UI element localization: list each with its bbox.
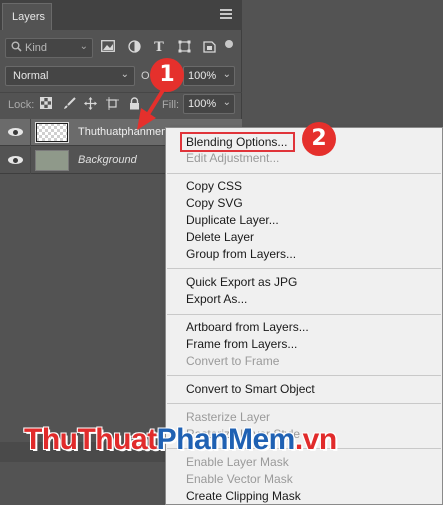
menu-item-edit-adjustment: Edit Adjustment... — [186, 151, 280, 165]
visibility-eye-icon[interactable] — [8, 126, 24, 138]
menu-item-group-from-layers[interactable]: Group from Layers... — [186, 247, 296, 264]
menu-item-enable-vector-mask: Enable Vector Mask — [186, 472, 293, 486]
adjustment-filter-icon[interactable] — [126, 40, 142, 56]
panel-tab-bar: Layers — [0, 0, 242, 30]
menu-item-frame-from-layers[interactable]: Frame from Layers... — [186, 337, 297, 354]
watermark-part: Thuat — [77, 423, 157, 456]
menu-item-convert-to-frame: Convert to Frame — [186, 354, 280, 368]
search-icon — [11, 41, 22, 52]
visibility-divider — [30, 147, 31, 174]
menu-separator — [167, 403, 441, 404]
menu-item-delete-layer[interactable]: Delete Layer — [186, 230, 254, 247]
visibility-divider — [30, 119, 31, 146]
menu-item-copy-css[interactable]: Copy CSS — [186, 179, 242, 196]
opacity-value: 100% — [188, 70, 217, 82]
menu-separator — [167, 173, 441, 174]
lock-label: Lock: — [8, 99, 35, 111]
step-2-badge: 2 — [302, 122, 336, 156]
smart-object-filter-icon[interactable] — [201, 40, 217, 56]
artboard-lock-icon[interactable] — [104, 97, 120, 113]
blend-mode-select[interactable]: Normal ⌄ — [5, 66, 135, 86]
watermark-part: PhanMem — [156, 423, 296, 456]
menu-item-artboard-from-layers[interactable]: Artboard from Layers... — [186, 320, 309, 337]
layer-name[interactable]: Background — [78, 154, 137, 166]
filter-toggle-icon[interactable] — [225, 40, 233, 48]
chevron-down-icon: ⌄ — [222, 97, 231, 108]
menu-separator — [167, 268, 441, 269]
menu-item-copy-svg[interactable]: Copy SVG — [186, 196, 243, 213]
menu-item-quick-export-jpg[interactable]: Quick Export as JPG — [186, 275, 297, 292]
filter-kind-label: Kind — [25, 42, 48, 54]
tab-layers[interactable]: Layers — [2, 3, 52, 30]
layer-thumbnail — [35, 150, 69, 171]
menu-item-export-as[interactable]: Export As... — [186, 292, 247, 309]
watermark-part: Thu — [24, 423, 78, 456]
brush-icon[interactable] — [61, 97, 77, 113]
menu-item-convert-to-smart-object[interactable]: Convert to Smart Object — [186, 382, 315, 399]
watermark-logo: ThuThuatPhanMem.vn — [24, 423, 337, 457]
menu-item-enable-layer-mask: Enable Layer Mask — [186, 455, 289, 469]
image-filter-icon[interactable] — [100, 40, 116, 56]
chevron-down-icon: ⌄ — [79, 41, 88, 52]
step-1-badge: 1 — [150, 58, 184, 92]
filter-kind-select[interactable]: Kind ⌄ — [5, 38, 93, 58]
chevron-down-icon: ⌄ — [120, 69, 129, 80]
type-filter-icon[interactable]: T — [151, 40, 167, 56]
move-icon[interactable] — [82, 97, 98, 113]
menu-item-create-clipping-mask[interactable]: Create Clipping Mask — [186, 489, 301, 505]
visibility-eye-icon[interactable] — [8, 154, 24, 166]
menu-separator — [167, 314, 441, 315]
chevron-down-icon: ⌄ — [222, 69, 231, 80]
panel-menu-icon[interactable] — [220, 9, 232, 19]
opacity-input[interactable]: 100% ⌄ — [183, 66, 235, 86]
fill-input[interactable]: 100% ⌄ — [183, 94, 235, 114]
lock-transparent-icon[interactable] — [38, 97, 54, 113]
menu-item-duplicate-layer[interactable]: Duplicate Layer... — [186, 213, 279, 230]
layer-thumbnail — [35, 122, 69, 143]
fill-value: 100% — [188, 98, 217, 110]
menu-separator — [167, 375, 441, 376]
menu-item-blending-options[interactable]: Blending Options... — [186, 135, 287, 152]
shape-filter-icon[interactable] — [176, 40, 192, 56]
blend-mode-value: Normal — [13, 70, 49, 82]
watermark-part: .vn — [294, 423, 337, 456]
